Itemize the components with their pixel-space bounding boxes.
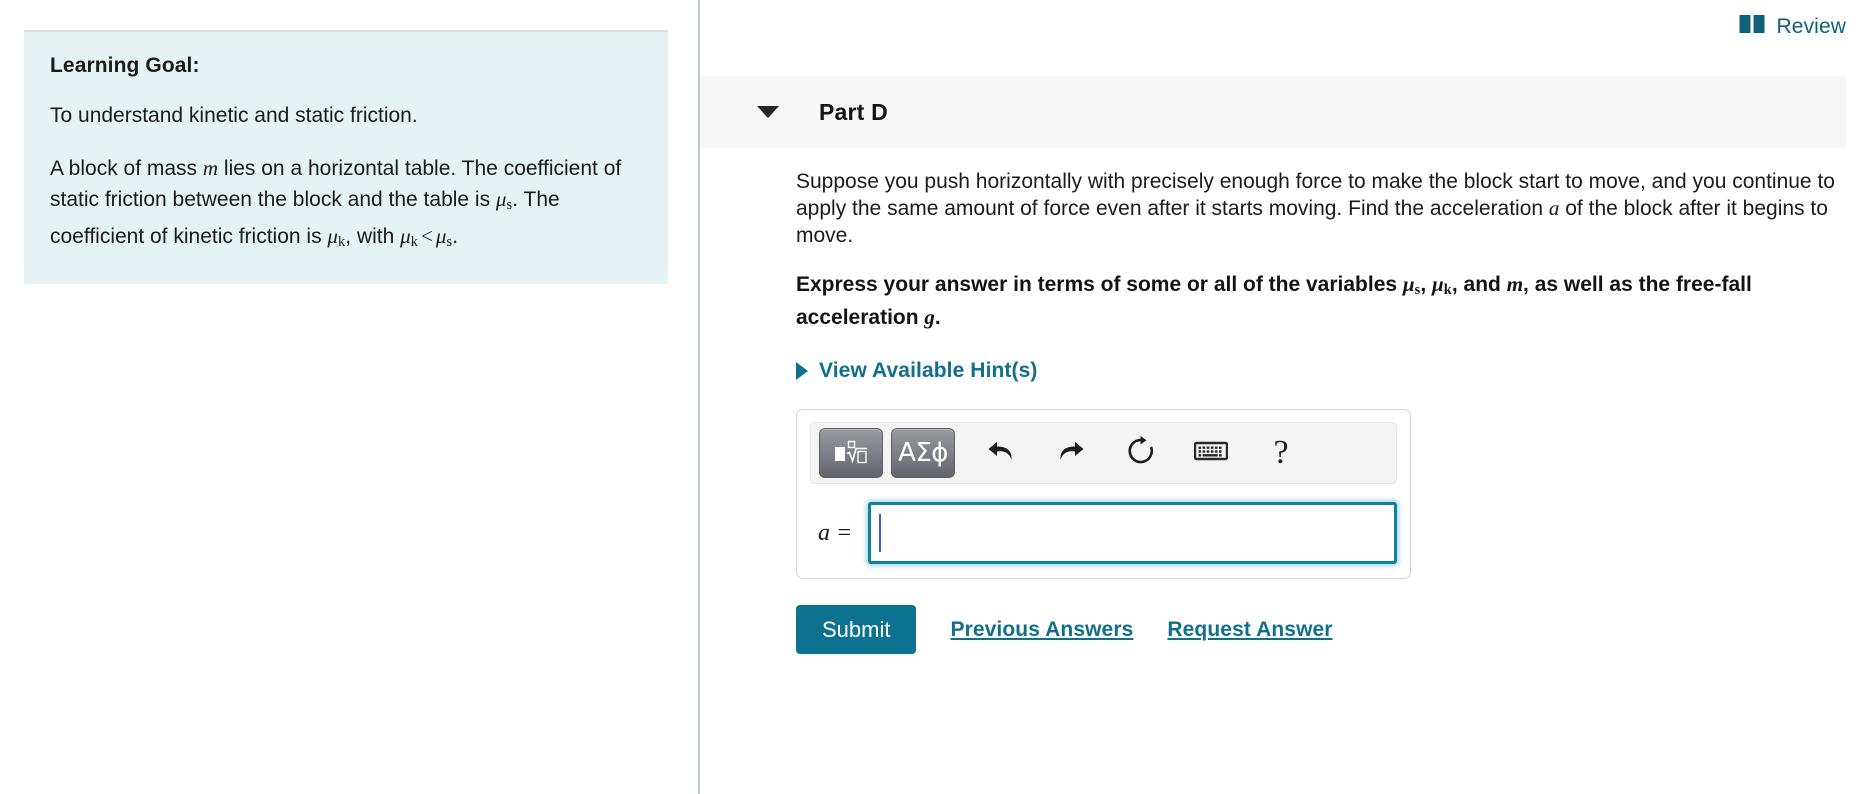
reset-circular-arrow-icon [1126,435,1156,472]
instruction-pre: Express your answer in terms of some or … [796,273,1403,296]
math-template-icon [834,440,868,466]
left-pane: Learning Goal: To understand kinetic and… [0,0,700,794]
instruction-var-g: g [924,305,935,330]
answer-actions: Submit Previous Answers Request Answer [796,605,1856,655]
problem-text-end: . [452,225,459,249]
learning-goal-panel: Learning Goal: To understand kinetic and… [24,30,668,285]
mu-k-base: μ [327,224,338,249]
answer-row: a = [810,502,1397,565]
part-header[interactable]: Part D [700,76,1846,148]
math-toolbar: ΑΣϕ ? [810,422,1397,485]
inst-mu-k-sub: k [1443,282,1452,299]
variable-mu-k-2: μk [400,224,419,251]
mu-s-base: μ [495,187,507,211]
variable-a: a [1548,196,1560,220]
variable-mu-k: μk [327,224,345,250]
review-label: Review [1776,14,1846,38]
question-line-3-pre: Find the acceleration [1348,197,1549,220]
view-hints-link[interactable]: View Available Hint(s) [796,359,1038,383]
math-template-button[interactable] [819,428,883,479]
answer-instruction: Express your answer in terms of some or … [796,271,1831,331]
greek-symbols-button[interactable]: ΑΣϕ [891,428,955,479]
less-than-operator: < [421,224,433,249]
inst-mu-s-base: μ [1402,272,1415,296]
redo-arrow-icon [1055,436,1087,471]
answer-variable-label: a = [818,519,853,546]
problem-text-1: A block of mass [50,157,203,180]
instruction-comma: , [1420,273,1433,296]
problem-statement: A block of mass m lies on a horizontal t… [50,153,642,258]
variable-mu-s-2: μs [435,224,452,250]
redo-button[interactable] [1047,429,1095,477]
inst-mu-k-base: μ [1432,272,1444,296]
answer-input[interactable] [868,502,1397,565]
variable-m: m [202,156,219,180]
text-cursor [879,514,882,553]
right-pane: Review Part D Suppose you push horizonta… [700,0,1868,794]
question-text: Suppose you push horizontally with preci… [796,168,1836,249]
part-body: Suppose you push horizontally with preci… [796,168,1856,655]
mu-k-base-2: μ [400,224,411,249]
variable-mu-s: μs [495,187,512,213]
mu-s-base-2: μ [435,224,447,249]
mu-k-subscript-2: k [410,234,419,251]
question-mark-icon: ? [1273,434,1289,472]
undo-arrow-icon [985,436,1017,471]
answer-entry-box: ΑΣϕ ? a = [796,409,1411,580]
learning-goal-text: To understand kinetic and static frictio… [50,104,418,127]
help-button[interactable]: ? [1257,429,1305,477]
keyboard-icon [1193,439,1229,468]
part-title: Part D [819,98,888,125]
caret-down-icon[interactable] [757,106,779,118]
instruction-mu-s: μs [1402,272,1420,298]
problem-text-4: , with [345,225,401,249]
instruction-mu-k: μk [1432,272,1452,299]
greek-symbols-label: ΑΣϕ [898,438,948,469]
previous-answers-link[interactable]: Previous Answers [950,618,1133,642]
question-line-1: Suppose you push horizontally with preci… [796,170,1583,193]
book-icon [1739,14,1765,39]
instruction-mid: , and [1451,273,1507,296]
problem-page: Learning Goal: To understand kinetic and… [0,0,1868,794]
view-hints-label: View Available Hint(s) [819,359,1038,383]
submit-button[interactable]: Submit [796,605,917,655]
instruction-var-m: m [1506,272,1524,296]
reset-button[interactable] [1117,429,1165,477]
caret-right-icon [796,362,808,381]
undo-button[interactable] [977,429,1025,477]
learning-goal-title: Learning Goal: [50,54,200,77]
keyboard-button[interactable] [1187,429,1235,477]
review-link[interactable]: Review [1739,14,1846,39]
instruction-period: . [934,306,941,330]
request-answer-link[interactable]: Request Answer [1167,618,1332,642]
